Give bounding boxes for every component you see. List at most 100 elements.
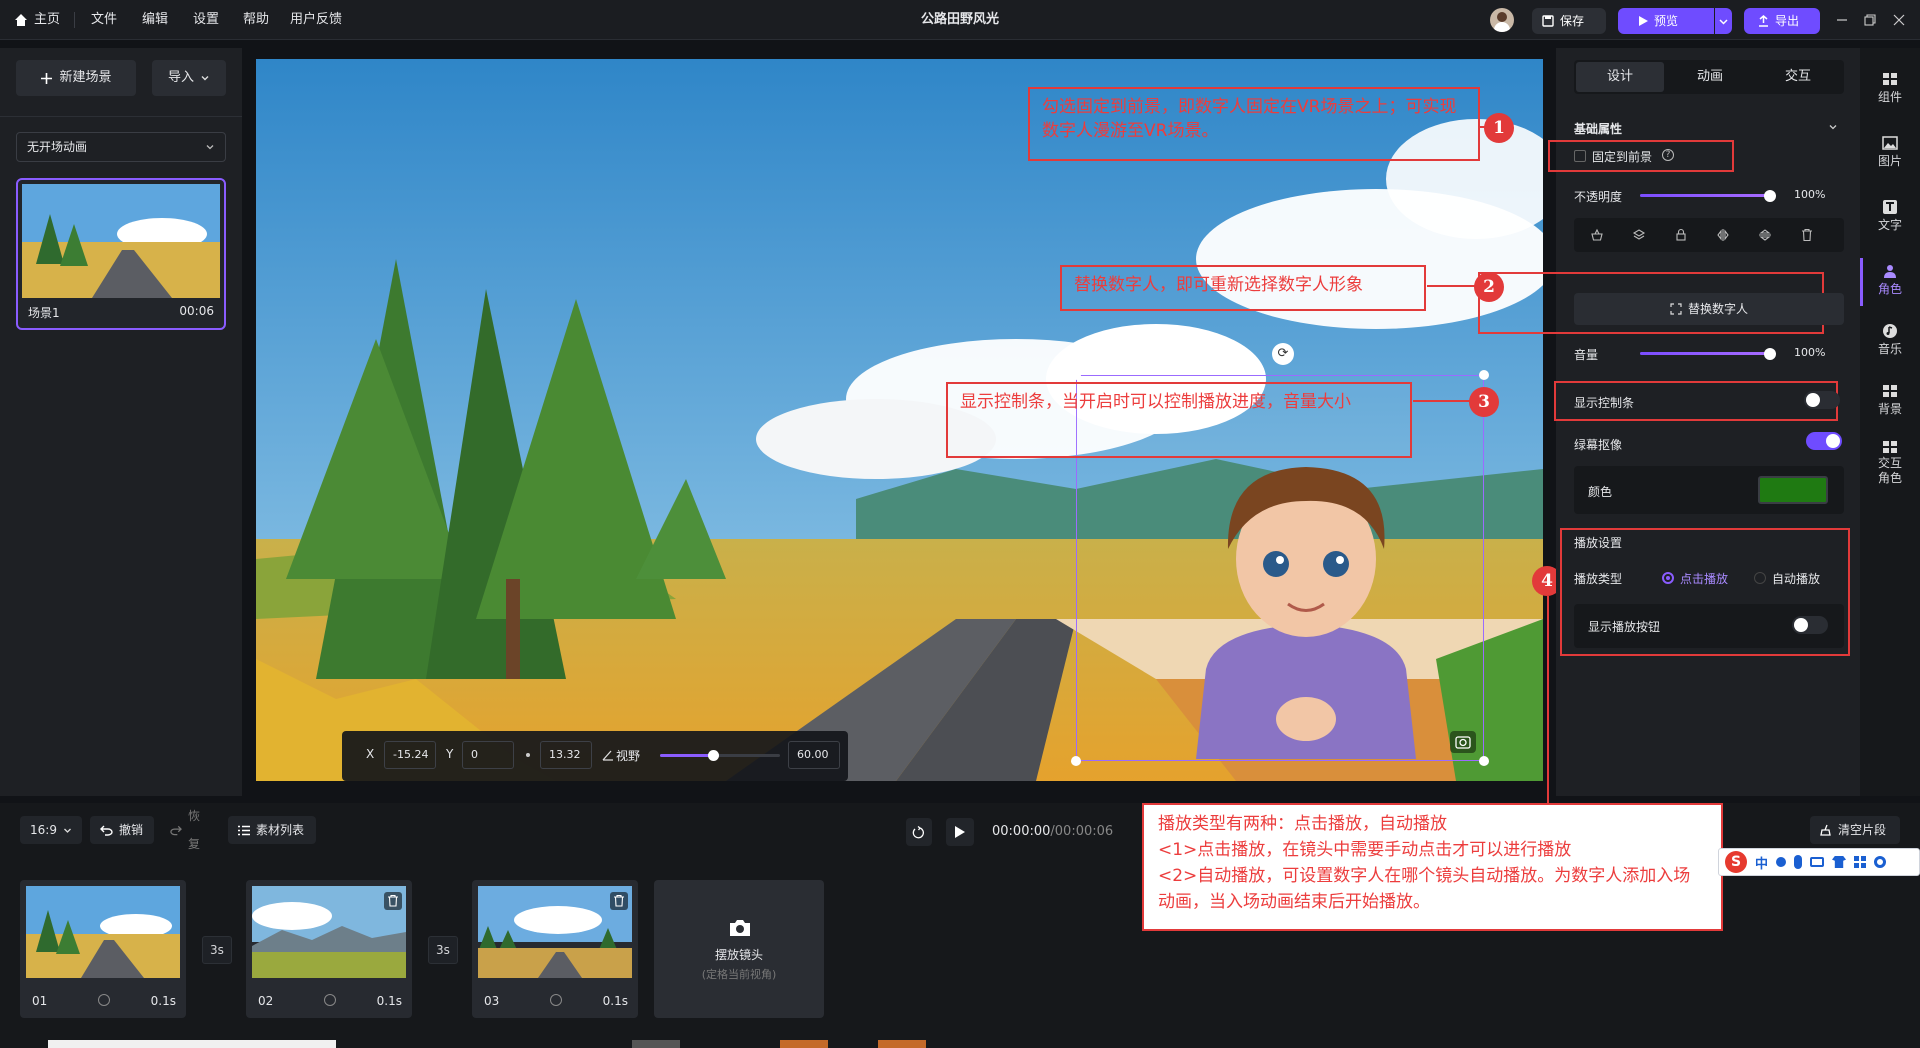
avatar[interactable] [1490,8,1514,32]
rail-image[interactable]: 图片 [1860,136,1920,169]
trash-icon[interactable] [1800,228,1814,242]
tab-interaction[interactable]: 交互 [1754,62,1842,92]
chroma-key-toggle[interactable] [1806,432,1842,450]
opacity-slider[interactable] [1640,190,1776,202]
clear-clips-button[interactable]: 清空片段 [1810,816,1900,844]
volume-slider[interactable] [1640,348,1776,360]
preview-button[interactable]: 预览 [1618,8,1714,34]
volume-slider-knob[interactable] [1764,348,1776,360]
scene-panel: 新建场景 导入 无开场动画 场景1 00:06 [0,48,242,796]
save-button[interactable]: 保存 [1532,8,1606,34]
marker-1: 1 [1484,113,1514,143]
export-button[interactable]: 导出 [1744,8,1820,34]
menu-edit[interactable]: 编辑 [142,0,168,40]
annotation-show-controls: 显示控制条，当开启时可以控制播放进度，音量大小 [946,382,1412,458]
chevron-down-icon[interactable] [1828,122,1838,132]
shot-duration: 0.1s [602,994,628,1008]
play-icon [1639,16,1648,26]
scene-preview[interactable]: ⟳ X -15.24 Y 0 13.32 视野 60.00 勾选固定到前景，即数… [256,59,1543,781]
digital-human-avatar[interactable] [1156,439,1456,759]
shot-id: 01 [32,994,48,1008]
shot-play-icon[interactable] [324,994,336,1006]
scene-card[interactable]: 场景1 00:06 [16,178,226,330]
close-icon[interactable] [1893,14,1905,26]
shot-play-icon[interactable] [550,994,562,1006]
rail-component[interactable]: 组件 [1860,72,1920,105]
resize-handle[interactable] [1071,756,1081,766]
volume-value: 100% [1794,346,1826,359]
show-controls-toggle[interactable] [1804,391,1840,409]
fov-slider-knob[interactable] [708,750,719,761]
resize-handle[interactable] [1479,756,1489,766]
camera-icon [730,920,750,936]
play-button[interactable] [946,818,974,846]
menu-feedback[interactable]: 用户反馈 [290,0,342,40]
rail-interactive-character[interactable]: 交互角色 [1860,440,1920,486]
loop-button[interactable] [906,818,932,846]
rail-music[interactable]: 音乐 [1860,324,1920,357]
lock-icon[interactable] [1674,228,1688,242]
preview-dropdown[interactable] [1715,8,1732,34]
tab-design[interactable]: 设计 [1576,62,1664,92]
shot-card-03[interactable]: 03 0.1s [472,880,638,1018]
new-scene-button[interactable]: 新建场景 [16,60,136,96]
apps-icon [1854,856,1867,868]
play-auto-radio[interactable] [1754,572,1766,584]
basket-icon[interactable] [1590,228,1604,242]
undo-button[interactable]: 撤销 [90,816,154,844]
help-icon[interactable]: ? [1662,149,1674,161]
y-input[interactable]: 0 [462,741,514,769]
rail-text[interactable]: 文字 [1860,200,1920,233]
show-play-button-label: 显示播放按钮 [1588,620,1661,634]
place-camera-button[interactable]: 摆放镜头 (定格当前视角) [654,880,824,1018]
mic-icon [1794,855,1803,869]
flip-vertical-icon[interactable] [1758,228,1772,242]
z-input[interactable]: 13.32 [540,741,592,769]
play-click-radio[interactable] [1662,572,1674,584]
redo-button[interactable]: 恢复 [160,809,220,851]
menu-help[interactable]: 帮助 [243,0,269,40]
x-input[interactable]: -15.24 [384,741,436,769]
rotate-icon[interactable]: ⟳ [1272,343,1294,365]
entry-animation-select[interactable]: 无开场动画 [16,132,226,162]
time-total: /00:00:06 [1050,824,1114,839]
layers-icon[interactable] [1632,228,1646,242]
ime-toolbar[interactable]: S 中 [1718,848,1920,876]
menu-file[interactable]: 文件 [91,0,117,40]
resize-handle[interactable] [1479,370,1489,380]
section-basic-title: 基础属性 [1574,122,1623,136]
fov-slider-track[interactable] [660,750,780,761]
asset-list-button[interactable]: 素材列表 [228,816,316,844]
trash-icon[interactable] [384,892,402,910]
show-play-button-toggle[interactable] [1792,616,1828,634]
chevron-down-icon [201,76,209,81]
replace-avatar-button[interactable]: 替换数字人 [1574,293,1844,325]
shot-id: 02 [258,994,274,1008]
home-icon [15,14,27,26]
pin-foreground-checkbox[interactable] [1574,150,1586,162]
flip-horizontal-icon[interactable] [1716,228,1730,242]
shot-duration: 0.1s [376,994,402,1008]
shot-play-icon[interactable] [98,994,110,1006]
fov-input[interactable]: 60.00 [788,741,840,769]
opacity-slider-knob[interactable] [1764,190,1776,202]
tab-animation[interactable]: 动画 [1666,62,1754,92]
color-swatch[interactable] [1758,476,1828,504]
menu-settings[interactable]: 设置 [193,0,219,40]
background-icon [1883,385,1897,397]
restore-icon[interactable] [1864,14,1876,26]
resize-handle[interactable] [1071,370,1081,380]
transition-duration[interactable]: 3s [202,936,232,964]
home-menu[interactable]: 主页 [14,0,60,40]
transition-duration[interactable]: 3s [428,936,458,964]
rail-character[interactable]: 角色 [1860,264,1920,297]
trash-icon[interactable] [610,892,628,910]
minimize-icon[interactable] [1836,14,1848,26]
aspect-ratio-select[interactable]: 16:9 [20,816,82,844]
shot-card-02[interactable]: 02 0.1s [246,880,412,1018]
rail-background[interactable]: 背景 [1860,384,1920,417]
layer-toolbar [1574,218,1844,252]
fov-label: 视野 [616,749,641,763]
shot-card-01[interactable]: 01 0.1s [20,880,186,1018]
import-button[interactable]: 导入 [152,60,226,96]
